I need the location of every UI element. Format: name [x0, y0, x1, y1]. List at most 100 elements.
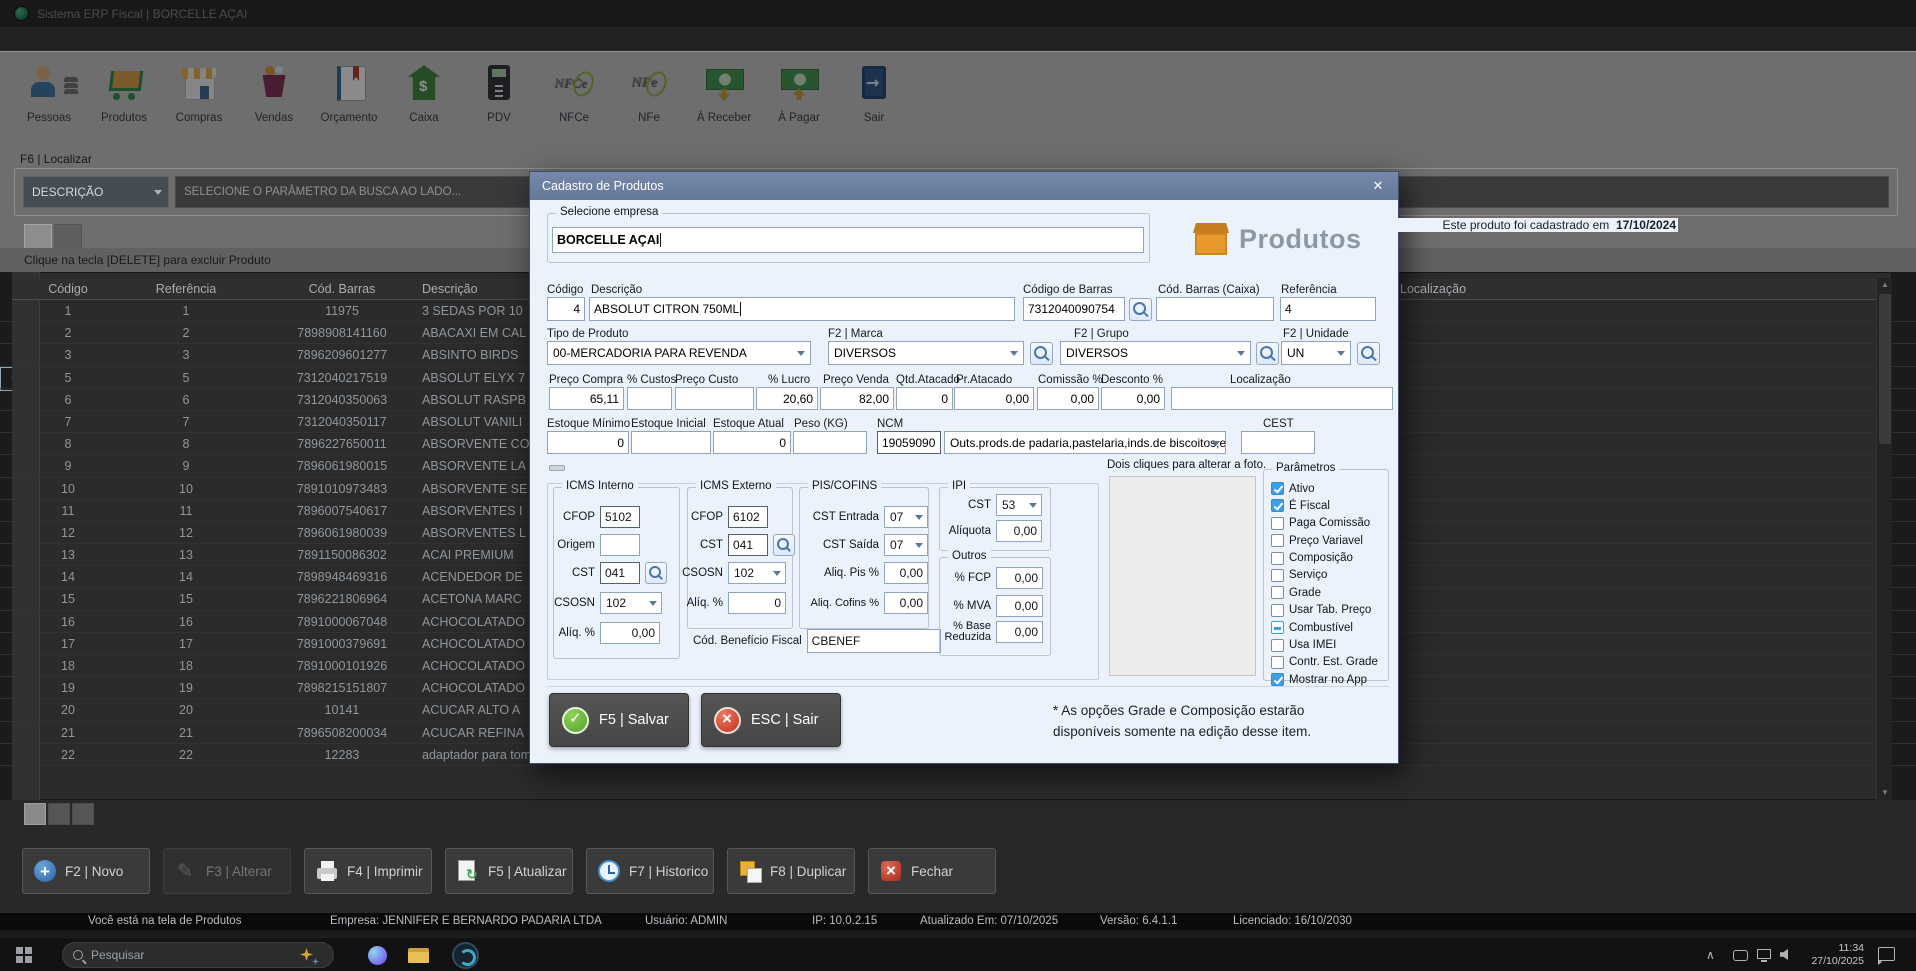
- param-checkbox[interactable]: Mostrar no App: [1271, 673, 1378, 686]
- cst-entrada-select[interactable]: 07: [884, 506, 928, 528]
- start-button-icon[interactable]: [16, 947, 33, 964]
- search-field-selector[interactable]: DESCRIÇÃO: [23, 176, 169, 208]
- salvar-button[interactable]: F5 | Salvar: [549, 693, 689, 747]
- ipi-aliquota-input[interactable]: 0,00: [996, 520, 1042, 542]
- action-button[interactable]: F5 | Atualizar: [445, 848, 573, 894]
- scroll-thumb[interactable]: [1879, 294, 1891, 444]
- dialog-tab[interactable]: [633, 465, 649, 471]
- cfop-interno-input[interactable]: 5102: [600, 506, 640, 528]
- param-checkbox[interactable]: Composição: [1271, 552, 1378, 565]
- unidade-search-icon[interactable]: [1357, 342, 1380, 365]
- codigo-input[interactable]: 4: [547, 297, 585, 321]
- ncm-input[interactable]: 19059090: [877, 431, 941, 454]
- beneficio-input[interactable]: CBENEF: [807, 629, 941, 653]
- header-localizacao[interactable]: Localização: [1400, 278, 1466, 300]
- header-barras[interactable]: Cód. Barras: [276, 278, 408, 300]
- param-checkbox[interactable]: Preço Variavel: [1271, 534, 1378, 547]
- param-checkbox[interactable]: Contr. Est. Grade: [1271, 656, 1378, 669]
- dialog-tab[interactable]: [570, 465, 586, 471]
- action-button[interactable]: Fechar: [868, 848, 996, 894]
- unidade-select[interactable]: UN: [1281, 341, 1351, 365]
- foto-box[interactable]: [1109, 476, 1256, 676]
- cest-input[interactable]: [1241, 431, 1315, 454]
- descricao-input[interactable]: ABSOLUT CITRON 750ML: [589, 297, 1015, 321]
- toolbar-button[interactable]: Compras: [166, 52, 232, 148]
- aliq-externo-input[interactable]: 0: [728, 592, 786, 614]
- mva-input[interactable]: 0,00: [996, 595, 1043, 617]
- toolbar-button[interactable]: PDV: [466, 52, 532, 148]
- toolbar-button[interactable]: À Receber: [691, 52, 757, 148]
- aliq-interno-input[interactable]: 0,00: [600, 622, 660, 644]
- volume-icon[interactable]: [1780, 949, 1788, 960]
- dialog-titlebar[interactable]: Cadastro de Produtos ✕: [530, 172, 1398, 200]
- lucro-input[interactable]: 20,60: [756, 387, 818, 410]
- custos-input[interactable]: [627, 387, 672, 410]
- filter-tab[interactable]: [72, 803, 94, 825]
- filter-tab[interactable]: [48, 803, 70, 825]
- cst-saida-select[interactable]: 07: [884, 534, 928, 556]
- notification-icon[interactable]: [1878, 947, 1895, 961]
- taskbar-search[interactable]: Pesquisar: [62, 942, 334, 968]
- toolbar-button[interactable]: Vendas: [241, 52, 307, 148]
- toolbar-button[interactable]: Pessoas: [16, 52, 82, 148]
- aliq-cofins-input[interactable]: 0,00: [884, 592, 928, 614]
- marca-select[interactable]: DIVERSOS: [828, 341, 1024, 365]
- scroll-down-icon[interactable]: ▼: [1877, 786, 1893, 800]
- toolbar-button[interactable]: Orçamento: [316, 52, 382, 148]
- origem-input[interactable]: [600, 534, 640, 556]
- sair-button[interactable]: ESC | Sair: [701, 693, 841, 747]
- erp-app-icon[interactable]: [452, 942, 479, 969]
- header-descricao[interactable]: Descrição: [422, 278, 478, 300]
- copilot-icon[interactable]: [368, 946, 387, 965]
- preco-venda-input[interactable]: 82,00: [820, 387, 894, 410]
- toolbar-button[interactable]: Produtos: [91, 52, 157, 148]
- localizacao-input[interactable]: [1171, 387, 1393, 410]
- param-checkbox[interactable]: Paga Comissão: [1271, 517, 1378, 530]
- scroll-up-icon[interactable]: ▲: [1877, 278, 1893, 292]
- desconto-input[interactable]: 0,00: [1101, 387, 1165, 410]
- barras-search-icon[interactable]: [1129, 298, 1152, 321]
- barras-input[interactable]: 7312040090754: [1023, 297, 1125, 321]
- fcp-input[interactable]: 0,00: [996, 567, 1043, 589]
- taskbar-clock[interactable]: 11:34 27/10/2025: [1798, 942, 1864, 968]
- preco-compra-input[interactable]: 65,11: [549, 387, 624, 410]
- barras-caixa-input[interactable]: [1156, 297, 1274, 321]
- est-atu-input[interactable]: 0: [713, 431, 791, 454]
- action-button[interactable]: F3 | Alterar: [163, 848, 291, 894]
- comissao-input[interactable]: 0,00: [1037, 387, 1099, 410]
- param-checkbox[interactable]: Combustível: [1271, 621, 1378, 634]
- preco-custo-input[interactable]: [675, 387, 754, 410]
- est-ini-input[interactable]: [631, 431, 711, 454]
- est-min-input[interactable]: 0: [547, 431, 629, 454]
- action-button[interactable]: F4 | Imprimir: [304, 848, 432, 894]
- base-reduzida-input[interactable]: 0,00: [996, 621, 1043, 643]
- grupo-search-icon[interactable]: [1256, 342, 1279, 365]
- cst-interno-input[interactable]: 041: [600, 562, 640, 584]
- action-button[interactable]: F8 | Duplicar: [727, 848, 855, 894]
- action-button[interactable]: F7 | Historico: [586, 848, 714, 894]
- dialog-tab[interactable]: [549, 465, 565, 471]
- param-checkbox[interactable]: Grade: [1271, 586, 1378, 599]
- tray-device-icon[interactable]: [1733, 950, 1748, 961]
- csosn-interno-select[interactable]: 102: [600, 592, 662, 614]
- param-checkbox[interactable]: Usar Tab. Preço: [1271, 604, 1378, 617]
- list-tab[interactable]: [54, 224, 82, 248]
- toolbar-button[interactable]: NFCe: [541, 52, 607, 148]
- header-codigo[interactable]: Código: [40, 278, 96, 300]
- action-button[interactable]: F2 | Novo: [22, 848, 150, 894]
- referencia-input[interactable]: 4: [1280, 297, 1376, 321]
- peso-input[interactable]: [793, 431, 867, 454]
- tray-chevron-icon[interactable]: ∧: [1706, 948, 1715, 962]
- list-tab[interactable]: [24, 224, 52, 248]
- pr-atacado-input[interactable]: 0,00: [954, 387, 1034, 410]
- ipi-cst-select[interactable]: 53: [996, 494, 1042, 516]
- qtd-atacado-input[interactable]: 0: [896, 387, 953, 410]
- cst-externo-input[interactable]: 041: [728, 534, 768, 556]
- tipo-select[interactable]: 00-MERCADORIA PARA REVENDA: [547, 341, 811, 365]
- cst-externo-search-icon[interactable]: [773, 534, 795, 556]
- dialog-tab[interactable]: [654, 465, 670, 471]
- grupo-select[interactable]: DIVERSOS: [1060, 341, 1251, 365]
- toolbar-button[interactable]: NFe: [616, 52, 682, 148]
- toolbar-button[interactable]: Caixa: [391, 52, 457, 148]
- network-icon[interactable]: [1757, 949, 1771, 959]
